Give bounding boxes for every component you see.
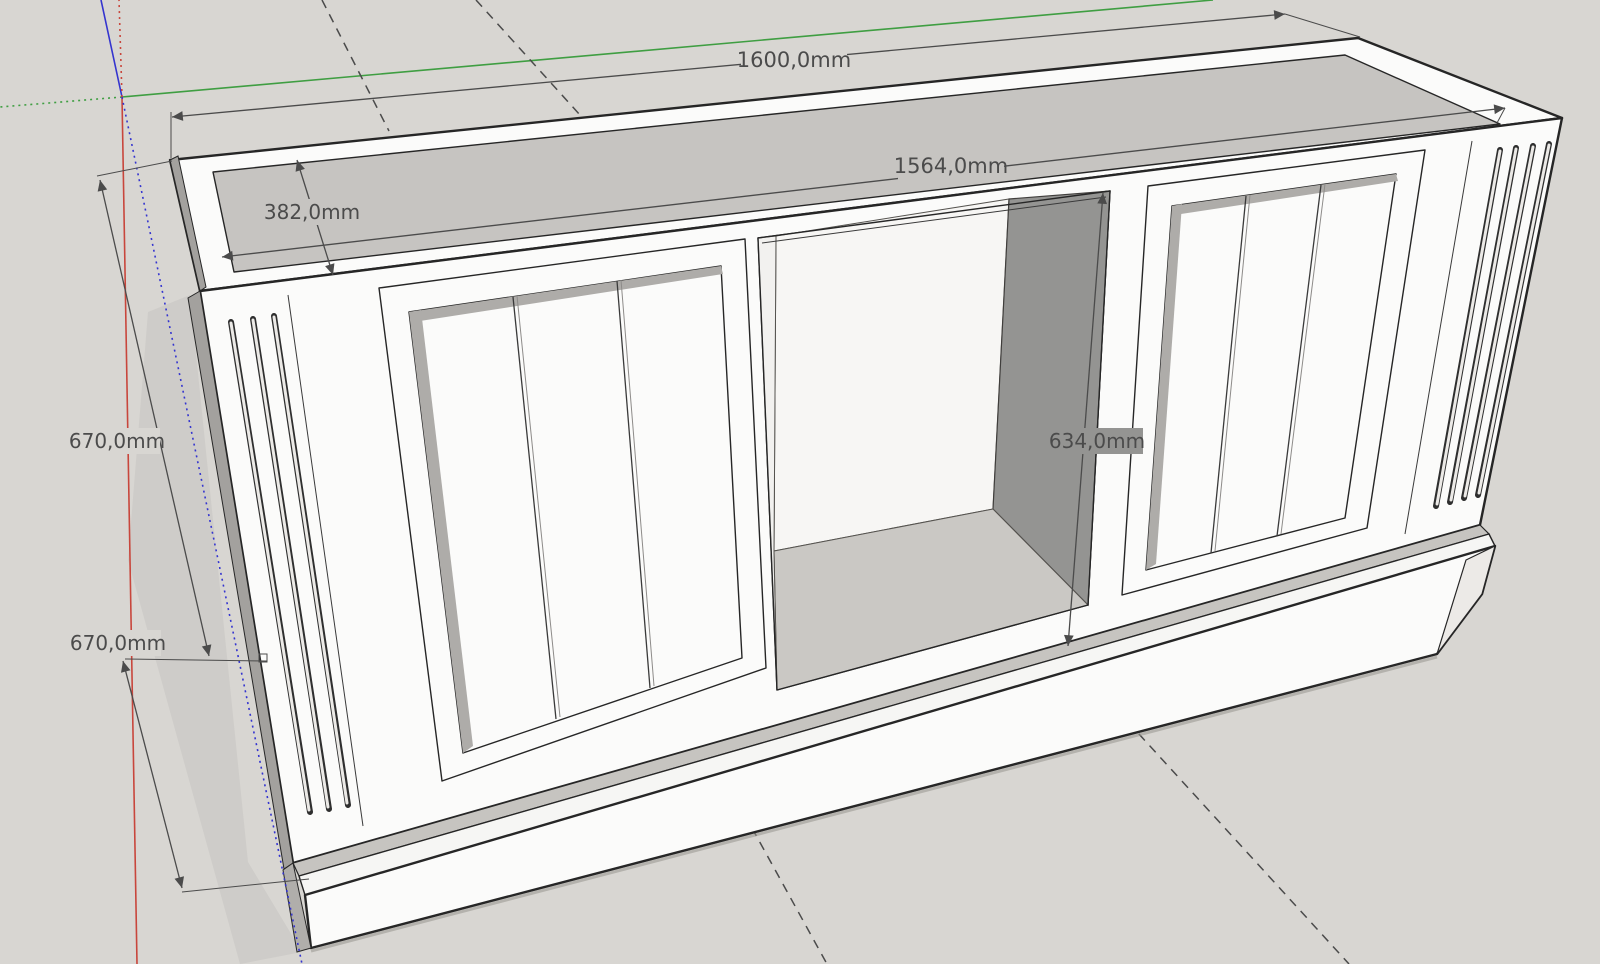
sketchup-viewport[interactable]: 1600,0mm 1564,0mm 382,0mm 670,0mm 670,0m… bbox=[0, 0, 1600, 964]
dimension-label-lower-height: 670,0mm bbox=[70, 631, 166, 655]
dimension-label-upper-height: 670,0mm bbox=[69, 429, 165, 453]
dimension-label-total-width: 1600,0mm bbox=[737, 48, 851, 72]
drawing-canvas[interactable]: 1600,0mm 1564,0mm 382,0mm 670,0mm 670,0m… bbox=[0, 0, 1600, 964]
compartment-back-wall bbox=[774, 199, 1009, 551]
dimension-label-top-depth: 382,0mm bbox=[264, 200, 360, 224]
dimension-label-inner-top-width: 1564,0mm bbox=[894, 154, 1008, 178]
dimension-label-opening-height: 634,0mm bbox=[1049, 429, 1145, 453]
